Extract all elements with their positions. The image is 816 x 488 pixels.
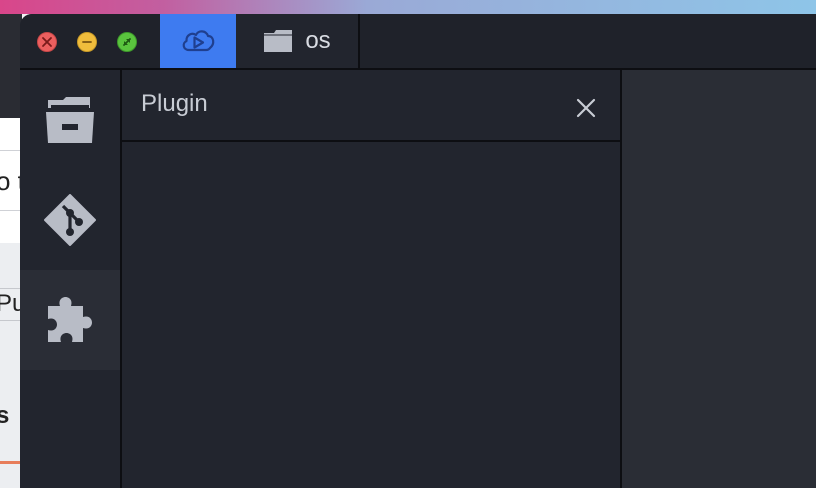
close-icon: [576, 98, 596, 118]
plugin-panel: Plugin: [122, 70, 622, 488]
window-close-button[interactable]: [37, 32, 57, 52]
fullscreen-icon: [123, 38, 131, 46]
minus-icon: [82, 41, 92, 43]
window-minimize-button[interactable]: [77, 32, 97, 52]
background-panel: [0, 243, 22, 488]
folder-icon: [264, 30, 293, 52]
tab-os[interactable]: os: [236, 14, 360, 68]
panel-close-button[interactable]: [572, 94, 600, 122]
tab-cloud[interactable]: [160, 14, 236, 68]
background-divider: [0, 320, 22, 321]
puzzle-icon: [48, 297, 92, 342]
sidebar-item-plugins[interactable]: [20, 270, 120, 370]
panel-title: Plugin: [141, 90, 208, 117]
cloud-play-icon: [182, 30, 215, 52]
sidebar-item-git[interactable]: [20, 170, 120, 270]
background-divider: [0, 150, 22, 151]
plugin-list: [122, 142, 620, 488]
background-divider: [0, 210, 22, 211]
background-window-header: [0, 14, 22, 118]
title-bar: os: [20, 14, 816, 70]
tab-label: os: [305, 27, 331, 54]
background-text-fragment: s: [0, 402, 10, 429]
background-divider: [0, 288, 22, 289]
app-window: os Plugin: [20, 14, 816, 488]
close-x-icon: [42, 37, 52, 47]
editor-area: [622, 70, 816, 488]
sidebar-item-files[interactable]: [20, 70, 120, 170]
desktop-wallpaper: [0, 0, 816, 14]
panel-header: Plugin: [122, 70, 620, 142]
file-drawer-icon: [46, 97, 94, 143]
git-icon: [44, 194, 96, 246]
activity-bar: [20, 70, 122, 488]
window-maximize-button[interactable]: [117, 32, 137, 52]
background-accent-line: [0, 461, 22, 464]
